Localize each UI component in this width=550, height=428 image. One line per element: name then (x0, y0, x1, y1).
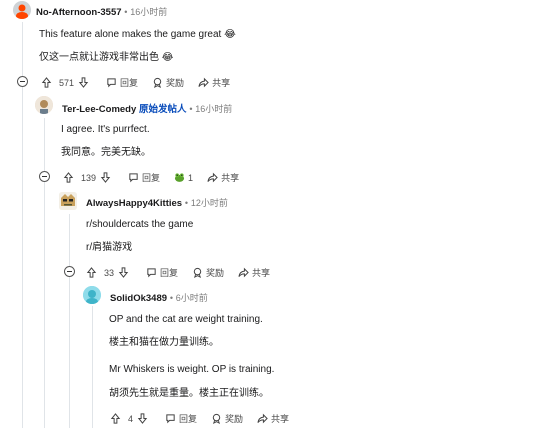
share-button[interactable]: 共享 (257, 412, 289, 425)
upvote-icon[interactable] (86, 267, 97, 278)
username[interactable]: No-Afternoon-3557 (36, 7, 122, 18)
vote-count: 571 (59, 77, 75, 88)
comment-icon (129, 173, 138, 183)
award-label: 奖励 (166, 78, 185, 88)
collapse-button[interactable] (17, 76, 28, 87)
comment-text-zh: 仅这一点就让游戏非常出色 😂 (39, 52, 174, 63)
share-label: 共享 (252, 268, 271, 278)
share-button[interactable]: 共享 (207, 171, 239, 184)
comment-actions: 4 回复 奖励 共享 (110, 412, 303, 425)
share-label: 共享 (221, 173, 240, 183)
comment-text-en: r/shouldercats the game (86, 219, 194, 230)
thread-line-4[interactable] (92, 306, 93, 428)
separator-dot: • (189, 104, 193, 114)
vote-control: 4 (110, 413, 151, 424)
comment-text-zh: 胡须先生就是重量。楼主正在训练。 (109, 388, 269, 399)
vote-count: 139 (81, 172, 97, 183)
username[interactable]: Ter-Lee-Comedy (62, 104, 136, 115)
comment-actions: 571 回复 奖励 共享 (41, 76, 244, 89)
reply-button[interactable]: 回复 (146, 266, 178, 279)
reply-button[interactable]: 回复 (106, 76, 138, 89)
reply-button[interactable]: 回复 (165, 412, 197, 425)
frog-award-icon (174, 173, 185, 182)
award-button[interactable]: 奖励 (211, 412, 243, 425)
thread-line-2[interactable] (44, 118, 45, 428)
username[interactable]: SolidOk3489 (110, 293, 167, 304)
comment-actions: 33 回复 奖励 共享 (86, 266, 284, 279)
upvote-icon[interactable] (63, 172, 74, 183)
separator-dot: • (124, 7, 128, 17)
separator-dot: • (169, 293, 173, 303)
share-label: 共享 (271, 414, 290, 424)
downvote-icon[interactable] (100, 172, 111, 183)
username[interactable]: AlwaysHappy4Kitties (86, 198, 182, 209)
reply-button[interactable]: 回复 (128, 171, 160, 184)
thread-line-3[interactable] (69, 214, 70, 428)
reply-label: 回复 (142, 173, 161, 183)
vote-control: 571 (41, 77, 92, 88)
reply-label: 回复 (160, 268, 179, 278)
comment-text-en: I agree. It's purrfect. (61, 124, 150, 135)
comment-icon (107, 78, 116, 88)
timestamp[interactable]: 16小时前 (130, 7, 167, 17)
comment-actions: 139 回复 1 共享 (63, 171, 253, 184)
share-button[interactable]: 共享 (198, 76, 230, 89)
downvote-icon[interactable] (137, 413, 148, 424)
share-label: 共享 (212, 78, 231, 88)
reply-label: 回复 (179, 414, 198, 424)
avatar[interactable] (83, 286, 101, 304)
award-label: 奖励 (225, 414, 244, 424)
vote-count: 33 (104, 267, 115, 278)
award-icon (212, 413, 221, 424)
upvote-icon[interactable] (41, 77, 52, 88)
comment-text-zh: 楼主和猫在做力量训练。 (109, 337, 219, 348)
timestamp[interactable]: 12小时前 (191, 198, 228, 208)
award-count: 1 (188, 172, 194, 183)
downvote-icon[interactable] (78, 77, 89, 88)
comment-text-zh: r/肩猫游戏 (86, 242, 133, 253)
downvote-icon[interactable] (118, 267, 129, 278)
vote-count: 4 (128, 413, 134, 424)
award-button[interactable]: 奖励 (192, 266, 224, 279)
avatar[interactable] (13, 1, 31, 19)
share-icon (257, 413, 268, 424)
award-icon (193, 267, 202, 278)
share-button[interactable]: 共享 (238, 266, 270, 279)
reply-label: 回复 (120, 78, 139, 88)
award-icon (153, 77, 162, 88)
award-button[interactable]: 1 (174, 172, 193, 183)
timestamp[interactable]: 6小时前 (176, 293, 208, 303)
share-icon (198, 77, 209, 88)
comment-text-en: OP and the cat are weight training. (109, 314, 263, 325)
vote-control: 139 (63, 172, 114, 183)
avatar[interactable] (59, 192, 77, 210)
op-badge: 原始发帖人 (139, 104, 187, 115)
upvote-icon[interactable] (110, 413, 121, 424)
avatar[interactable] (35, 96, 53, 114)
award-button[interactable]: 奖励 (152, 76, 184, 89)
comment-icon (166, 414, 175, 424)
award-label: 奖励 (206, 268, 225, 278)
separator-dot: • (184, 198, 189, 208)
comment-text-en: This feature alone makes the game great … (39, 29, 236, 40)
comment-text-zh: 我同意。完美无缺。 (61, 147, 151, 158)
collapse-button[interactable] (39, 171, 50, 182)
collapse-button[interactable] (64, 266, 75, 277)
timestamp[interactable]: 16小时前 (195, 104, 232, 114)
share-icon (207, 172, 218, 183)
share-icon (238, 267, 249, 278)
vote-control: 33 (86, 267, 132, 278)
comment-icon (147, 268, 156, 278)
comment-text-en: Mr Whiskers is weight. OP is training. (109, 364, 275, 375)
